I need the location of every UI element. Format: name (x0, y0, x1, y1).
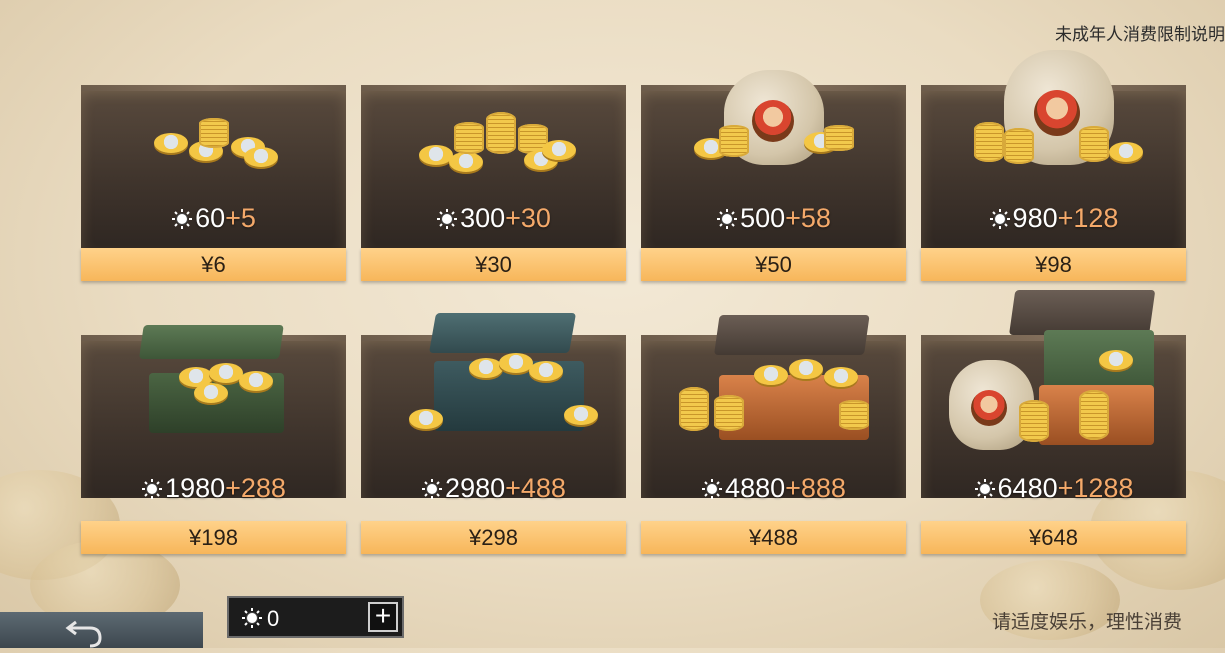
sun-coin-icon (701, 476, 723, 499)
pack-amount: 980+128 (921, 203, 1186, 234)
pack-bonus-amount: +288 (225, 473, 286, 503)
coin-sack-large-art (959, 50, 1149, 180)
pack-bonus-amount: +1288 (1057, 473, 1134, 503)
orange-crate-art (674, 315, 874, 450)
pack-card[interactable]: 500+58 ¥50 (641, 70, 906, 281)
wallet-balance-value: 0 (267, 606, 280, 631)
price-button[interactable]: ¥488 (641, 521, 906, 554)
pack-card-background: 1980+288 (81, 325, 346, 503)
price-button[interactable]: ¥648 (921, 521, 1186, 554)
pack-card-background: 500+58 (641, 70, 906, 248)
price-button[interactable]: ¥298 (361, 521, 626, 554)
coin-sack-art (684, 70, 864, 180)
pack-card[interactable]: 1980+288 ¥198 (81, 325, 346, 554)
add-currency-button[interactable]: + (368, 602, 398, 632)
pack-amount: 4880+888 (641, 473, 906, 504)
pack-amount: 300+30 (361, 203, 626, 234)
pack-bonus-amount: +128 (1057, 203, 1119, 233)
pack-card[interactable]: 6480+1288 ¥648 (921, 290, 1186, 554)
sun-coin-icon (141, 476, 163, 499)
pack-base-amount: 4880 (725, 473, 786, 503)
pack-base-amount: 500 (740, 203, 786, 233)
mixed-treasure-art (948, 290, 1159, 455)
minor-consumption-limit-link[interactable]: 未成年人消费限制说明 (1055, 20, 1225, 45)
pack-base-amount: 2980 (445, 473, 506, 503)
pack-bonus-amount: +888 (785, 473, 846, 503)
pack-bonus-amount: +58 (785, 203, 831, 233)
pack-base-amount: 980 (1012, 203, 1058, 233)
pack-card[interactable]: 300+30 ¥30 (361, 85, 626, 281)
pack-amount: 2980+488 (361, 473, 626, 504)
pack-card-background: 980+128 (921, 50, 1186, 248)
green-ammo-chest-art (129, 325, 299, 445)
coin-pile-small-art (139, 113, 289, 173)
sun-coin-icon (171, 206, 193, 229)
pack-card-background: 4880+888 (641, 315, 906, 503)
price-button[interactable]: ¥198 (81, 521, 346, 554)
price-button[interactable]: ¥98 (921, 248, 1186, 281)
pack-bonus-amount: +488 (505, 473, 566, 503)
pack-card-background: 300+30 (361, 85, 626, 248)
wallet-balance: 0 + (227, 596, 404, 638)
price-button[interactable]: ¥50 (641, 248, 906, 281)
pack-bonus-amount: +30 (505, 203, 551, 233)
back-button[interactable] (0, 612, 203, 648)
pack-base-amount: 60 (195, 203, 226, 233)
pack-base-amount: 6480 (997, 473, 1058, 503)
pack-card-background: 60+5 (81, 85, 346, 248)
pack-base-amount: 300 (460, 203, 506, 233)
pack-amount: 6480+1288 (921, 473, 1186, 504)
pack-card[interactable]: 4880+888 ¥488 (641, 315, 906, 554)
price-button[interactable]: ¥30 (361, 248, 626, 281)
pack-amount: 1980+288 (81, 473, 346, 504)
pack-card[interactable]: 980+128 ¥98 (921, 50, 1186, 281)
sun-coin-icon (989, 206, 1011, 229)
pack-card[interactable]: 60+5 ¥6 (81, 85, 346, 281)
sun-coin-icon (974, 476, 996, 499)
teal-chest-art (394, 313, 598, 443)
pack-bonus-amount: +5 (225, 203, 256, 233)
pack-amount: 60+5 (81, 203, 346, 234)
sun-coin-icon (241, 607, 263, 634)
back-arrow-icon (64, 620, 104, 653)
coin-pile-medium-art (414, 110, 576, 180)
pack-card-background: 2980+488 (361, 313, 626, 503)
pack-amount: 500+58 (641, 203, 906, 234)
pack-card[interactable]: 2980+488 ¥298 (361, 313, 626, 554)
spend-reminder: 请适度娱乐，理性消费 (991, 612, 1182, 633)
price-button[interactable]: ¥6 (81, 248, 346, 281)
pack-base-amount: 1980 (165, 473, 226, 503)
pack-card-background: 6480+1288 (921, 290, 1186, 503)
sun-coin-icon (421, 476, 443, 499)
sun-coin-icon (436, 206, 458, 229)
sun-coin-icon (716, 206, 738, 229)
